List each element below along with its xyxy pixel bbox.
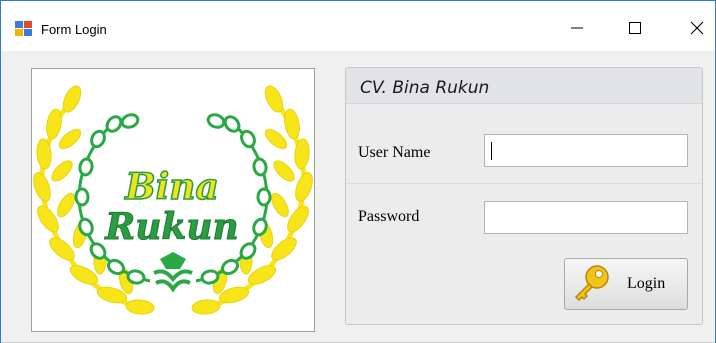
app-icon <box>15 21 32 36</box>
row-divider <box>346 183 702 184</box>
laurel-logo: Bina Rukun <box>33 85 313 315</box>
text-caret <box>491 142 492 160</box>
key-icon <box>574 265 609 302</box>
window-title: Form Login <box>41 22 107 37</box>
close-icon <box>690 21 704 35</box>
minimize-icon <box>571 27 583 29</box>
maximize-icon <box>629 22 641 34</box>
login-window: Form Login Bina Rukun CV. Bina Rukun Use… <box>0 0 716 343</box>
logo-text-line2: Rukun <box>104 206 238 248</box>
login-button-label: Login <box>627 275 666 292</box>
group-header: CV. Bina Rukun <box>346 68 702 104</box>
maximize-button[interactable] <box>615 13 655 43</box>
book-emblem-icon <box>153 252 193 293</box>
close-button[interactable] <box>677 13 716 43</box>
username-label: User Name <box>358 144 431 161</box>
logo-text-line1: Bina <box>124 166 219 208</box>
title-bar[interactable]: Form Login <box>1 1 715 51</box>
group-title: CV. Bina Rukun <box>360 78 490 98</box>
logo-picture: Bina Rukun <box>31 68 315 332</box>
password-label: Password <box>358 208 420 225</box>
login-button[interactable]: Login <box>564 258 688 310</box>
login-group-box: CV. Bina Rukun User Name Password Login <box>345 67 703 325</box>
minimize-button[interactable] <box>557 13 597 43</box>
password-field[interactable] <box>484 201 688 234</box>
username-field[interactable] <box>484 134 688 167</box>
